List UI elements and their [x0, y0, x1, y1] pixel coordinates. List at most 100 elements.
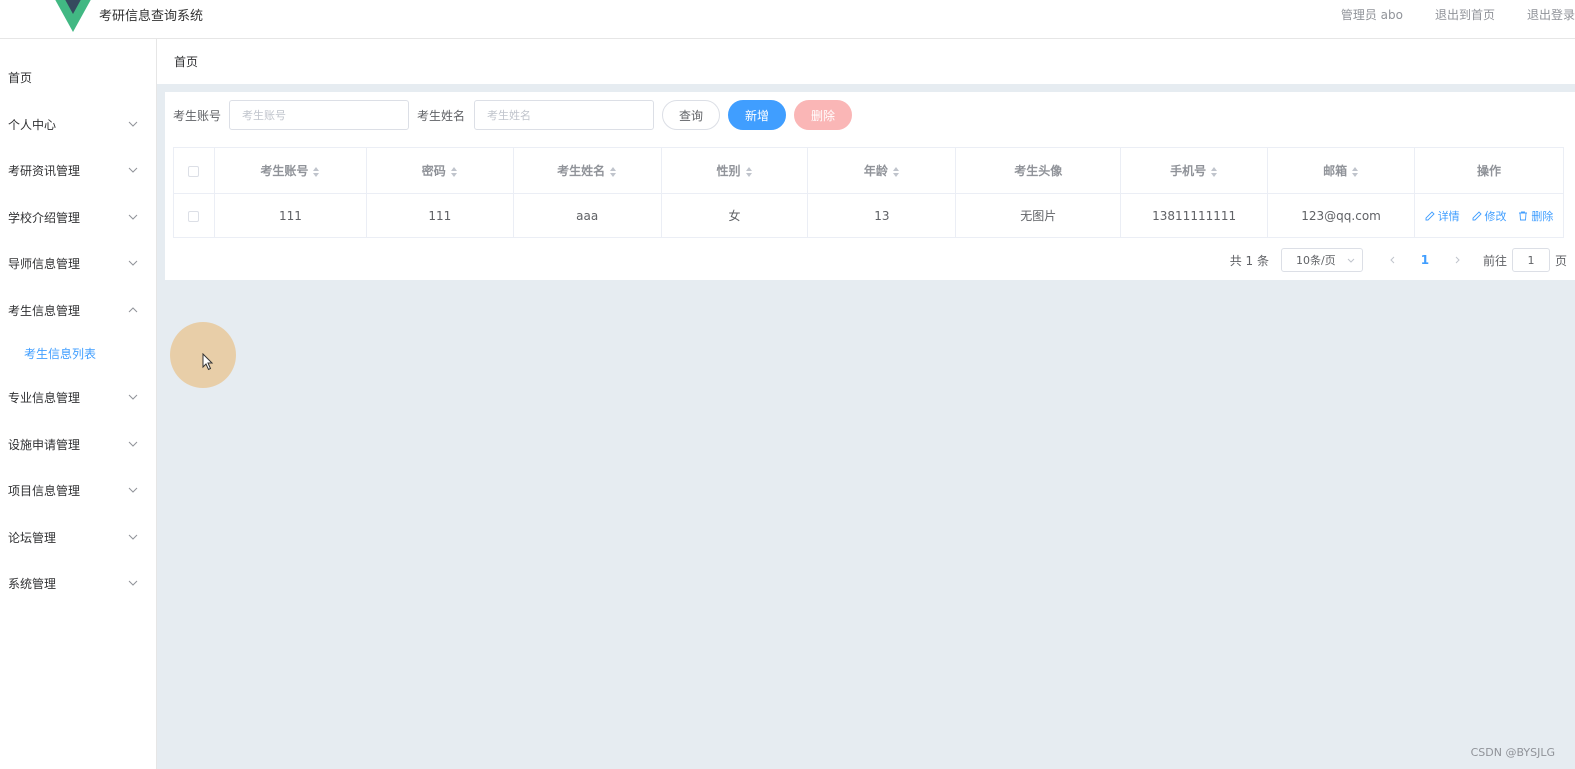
- delete-button[interactable]: 删除: [794, 100, 852, 130]
- app-title: 考研信息查询系统: [99, 9, 204, 24]
- sort-icon: [450, 166, 457, 177]
- sidebar-item-label: 首页: [8, 70, 33, 85]
- goto-page-input[interactable]: [1511, 248, 1550, 272]
- sidebar: 首页 个人中心 考研资讯管理 学校介绍管理 导师信息管理 考生信息管理 考生信息…: [0, 39, 157, 769]
- cell-password: 111: [365, 193, 514, 238]
- edit-icon: [1425, 210, 1435, 220]
- user-label: 管理员 abo: [1340, 8, 1403, 22]
- detail-action-label: 详情: [1437, 209, 1460, 223]
- page-jumper: 前往 页: [1483, 248, 1567, 272]
- sidebar-item-home[interactable]: 首页: [0, 54, 156, 100]
- sidebar-item-system[interactable]: 系统管理: [0, 560, 156, 606]
- chevron-down-icon: [128, 167, 138, 173]
- sidebar-item-personal-center[interactable]: 个人中心: [0, 101, 156, 147]
- sidebar-item-schools[interactable]: 学校介绍管理: [0, 194, 156, 240]
- main-content: 首页 考生账号 考生姓名 查询 新增 删除 考生账号 密码 考生姓名 性别: [157, 39, 1575, 769]
- column-header-label: 邮箱: [1323, 164, 1348, 178]
- header-actions: 管理员 abo 退出到首页 退出登录: [1309, 6, 1575, 23]
- cell-phone: 13811111111: [1120, 193, 1269, 238]
- breadcrumb[interactable]: 首页: [174, 53, 198, 70]
- student-list-panel: 考生账号 考生姓名 查询 新增 删除 考生账号 密码 考生姓名 性别 年龄: [165, 92, 1575, 280]
- top-header: 考研信息查询系统 管理员 abo 退出到首页 退出登录: [0, 0, 1575, 39]
- select-all-cell: [173, 147, 215, 194]
- sort-icon: [1352, 166, 1359, 177]
- sidebar-item-label: 项目信息管理: [8, 483, 81, 498]
- sidebar-subitem-student-list[interactable]: 考生信息列表: [0, 333, 156, 373]
- column-header-name[interactable]: 考生姓名: [512, 147, 662, 194]
- sidebar-item-projects[interactable]: 项目信息管理: [0, 467, 156, 513]
- detail-action[interactable]: 详情: [1425, 210, 1460, 223]
- page-number[interactable]: 1: [1407, 253, 1443, 267]
- watermark: CSDN @BYSJLG: [1470, 746, 1555, 759]
- sort-icon: [313, 166, 320, 177]
- sidebar-item-tutors[interactable]: 导师信息管理: [0, 240, 156, 286]
- column-header-password[interactable]: 密码: [365, 147, 514, 194]
- cell-avatar: 无图片: [955, 193, 1122, 238]
- sidebar-item-label: 学校介绍管理: [8, 210, 81, 225]
- sort-icon: [1211, 166, 1218, 177]
- row-checkbox[interactable]: [188, 210, 200, 222]
- account-label: 考生账号: [173, 109, 222, 123]
- sidebar-item-label: 考生信息管理: [8, 303, 81, 318]
- name-label: 考生姓名: [417, 109, 466, 123]
- sidebar-item-majors[interactable]: 专业信息管理: [0, 374, 156, 420]
- name-search-input[interactable]: [474, 100, 654, 130]
- sidebar-item-students[interactable]: 考生信息管理: [0, 287, 156, 333]
- edit-action[interactable]: 修改: [1472, 210, 1507, 223]
- sidebar-item-facility-requests[interactable]: 设施申请管理: [0, 421, 156, 467]
- chevron-down-icon: [128, 580, 138, 586]
- cell-name: aaa: [512, 193, 662, 238]
- chevron-down-icon: [128, 487, 138, 493]
- sidebar-item-label: 个人中心: [8, 117, 57, 132]
- delete-action[interactable]: 删除: [1518, 210, 1553, 223]
- sidebar-item-news[interactable]: 考研资讯管理: [0, 147, 156, 193]
- column-header-avatar: 考生头像: [955, 147, 1122, 194]
- cell-actions: 详情 修改 删除: [1414, 193, 1564, 238]
- chevron-right-icon: [1455, 256, 1460, 264]
- chevron-down-icon: [128, 214, 138, 220]
- goto-prefix: 前往: [1482, 253, 1507, 268]
- column-header-actions: 操作: [1414, 147, 1564, 194]
- chevron-down-icon: [1347, 258, 1355, 263]
- back-home-link[interactable]: 退出到首页: [1435, 6, 1495, 23]
- column-header-label: 操作: [1477, 164, 1502, 178]
- sidebar-item-label: 设施申请管理: [8, 437, 81, 452]
- cell-age: 13: [807, 193, 957, 238]
- chevron-down-icon: [128, 534, 138, 540]
- goto-suffix: 页: [1554, 253, 1567, 268]
- cell-account: 111: [213, 193, 367, 238]
- sidebar-item-label: 系统管理: [8, 576, 57, 591]
- chevron-down-icon: [128, 260, 138, 266]
- column-header-email[interactable]: 邮箱: [1267, 147, 1416, 194]
- sidebar-item-forum[interactable]: 论坛管理: [0, 514, 156, 560]
- mouse-cursor-icon: [202, 353, 214, 371]
- sort-icon: [892, 166, 899, 177]
- select-all-checkbox[interactable]: [188, 165, 200, 177]
- table-header-row: 考生账号 密码 考生姓名 性别 年龄 考生头像 手机号 邮箱 操作: [173, 147, 1564, 194]
- column-header-gender[interactable]: 性别: [660, 147, 809, 194]
- next-page-button[interactable]: [1443, 253, 1471, 267]
- page-size-select[interactable]: 10条/页: [1280, 248, 1363, 272]
- column-header-label: 考生头像: [1014, 164, 1063, 178]
- logout-link[interactable]: 退出登录: [1527, 6, 1575, 23]
- sort-icon: [610, 166, 617, 177]
- prev-page-button[interactable]: [1379, 253, 1407, 267]
- sidebar-item-label: 论坛管理: [8, 530, 57, 545]
- column-header-label: 性别: [716, 164, 741, 178]
- column-header-phone[interactable]: 手机号: [1120, 147, 1269, 194]
- student-table: 考生账号 密码 考生姓名 性别 年龄 考生头像 手机号 邮箱 操作 111 11…: [173, 147, 1564, 238]
- column-header-label: 年龄: [863, 164, 888, 178]
- cell-gender: 女: [660, 193, 809, 238]
- chevron-down-icon: [128, 441, 138, 447]
- query-button[interactable]: 查询: [662, 100, 720, 130]
- table-row: 111 111 aaa 女 13 无图片 13811111111 123@qq.…: [173, 193, 1564, 238]
- edit-action-label: 修改: [1484, 209, 1507, 223]
- pagination: 共 1 条 10条/页 1 前往 页: [1230, 247, 1567, 273]
- column-header-age[interactable]: 年龄: [807, 147, 957, 194]
- add-button[interactable]: 新增: [728, 100, 786, 130]
- account-search-input[interactable]: [229, 100, 409, 130]
- pagination-total: 共 1 条: [1229, 253, 1269, 268]
- trash-icon: [1519, 211, 1528, 220]
- row-select-cell: [173, 193, 215, 238]
- column-header-account[interactable]: 考生账号: [213, 147, 367, 194]
